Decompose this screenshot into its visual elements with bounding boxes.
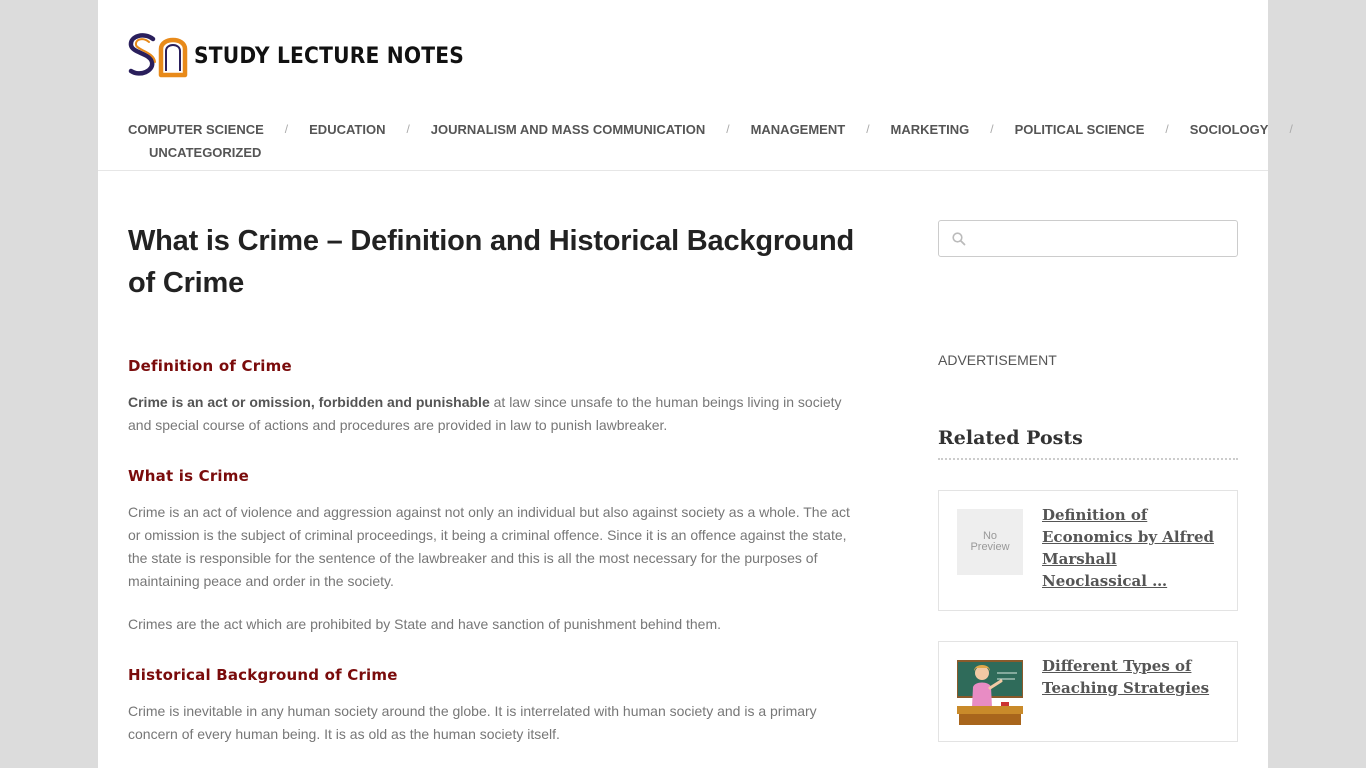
header-divider: [98, 170, 1268, 171]
nav-separator: /: [406, 122, 410, 136]
nav-separator: /: [1165, 122, 1169, 136]
site-name: STUDY LECTURE NOTES: [194, 43, 464, 69]
nav-separator: /: [1289, 122, 1293, 136]
related-post-title[interactable]: Different Types of Teaching Strategies: [1042, 655, 1222, 699]
nav-item-uncategorized[interactable]: UNCATEGORIZED: [149, 145, 261, 160]
related-post-card[interactable]: No Preview Definition of Economics by Alf…: [938, 490, 1238, 611]
article: What is Crime – Definition and Historica…: [128, 220, 854, 746]
site-logo[interactable]: STUDY LECTURE NOTES: [128, 33, 487, 79]
page: STUDY LECTURE NOTES COMPUTER SCIENCE / E…: [98, 0, 1293, 768]
advertisement-label: ADVERTISEMENT: [938, 352, 1057, 368]
related-divider: [938, 458, 1238, 460]
section-heading: Historical Background of Crime: [128, 666, 398, 684]
paragraph: Crime is an act or omission, forbidden a…: [128, 391, 854, 437]
paragraph: Crimes are the act which are prohibited …: [128, 616, 722, 632]
nav-item-management[interactable]: MANAGEMENT: [751, 122, 846, 137]
nav-item-education[interactable]: EDUCATION: [309, 122, 385, 137]
nav-item-journalism[interactable]: JOURNALISM AND MASS COMMUNICATION: [431, 122, 705, 137]
nav-item-political-science[interactable]: POLITICAL SCIENCE: [1015, 122, 1145, 137]
teacher-illustration-icon[interactable]: [957, 659, 1023, 725]
section-heading: Definition of Crime: [128, 357, 292, 375]
logo-mark-icon: [128, 33, 188, 78]
main-nav: COMPUTER SCIENCE / EDUCATION / JOURNALIS…: [128, 121, 1293, 160]
nav-row: COMPUTER SCIENCE / EDUCATION / JOURNALIS…: [128, 121, 1293, 137]
related-post-card[interactable]: Different Types of Teaching Strategies: [938, 641, 1238, 742]
related-post-title[interactable]: Definition of Economics by Alfred Marsha…: [1042, 504, 1222, 592]
nav-separator: /: [726, 122, 730, 136]
nav-separator: /: [990, 122, 994, 136]
no-preview-thumbnail[interactable]: No Preview: [957, 509, 1023, 575]
nav-item-sociology[interactable]: SOCIOLOGY: [1190, 122, 1269, 137]
related-posts-title: Related Posts: [938, 427, 1083, 449]
paragraph: Crime is an act of violence and aggressi…: [128, 504, 850, 589]
nav-separator: /: [284, 122, 289, 136]
search-input[interactable]: [975, 221, 1230, 256]
bold-text: Crime is an act or omission, forbidden a…: [128, 394, 490, 410]
search-box[interactable]: [938, 220, 1238, 257]
nav-item-marketing[interactable]: MARKETING: [891, 122, 970, 137]
nav-separator: /: [866, 122, 870, 136]
paragraph: Crime is inevitable in any human society…: [128, 703, 817, 742]
nav-item-computer-science[interactable]: COMPUTER SCIENCE: [128, 122, 264, 137]
page-title: What is Crime – Definition and Historica…: [128, 225, 854, 299]
nav-row: UNCATEGORIZED: [128, 144, 1248, 160]
section-heading: What is Crime: [128, 467, 249, 485]
search-icon: [952, 232, 966, 246]
